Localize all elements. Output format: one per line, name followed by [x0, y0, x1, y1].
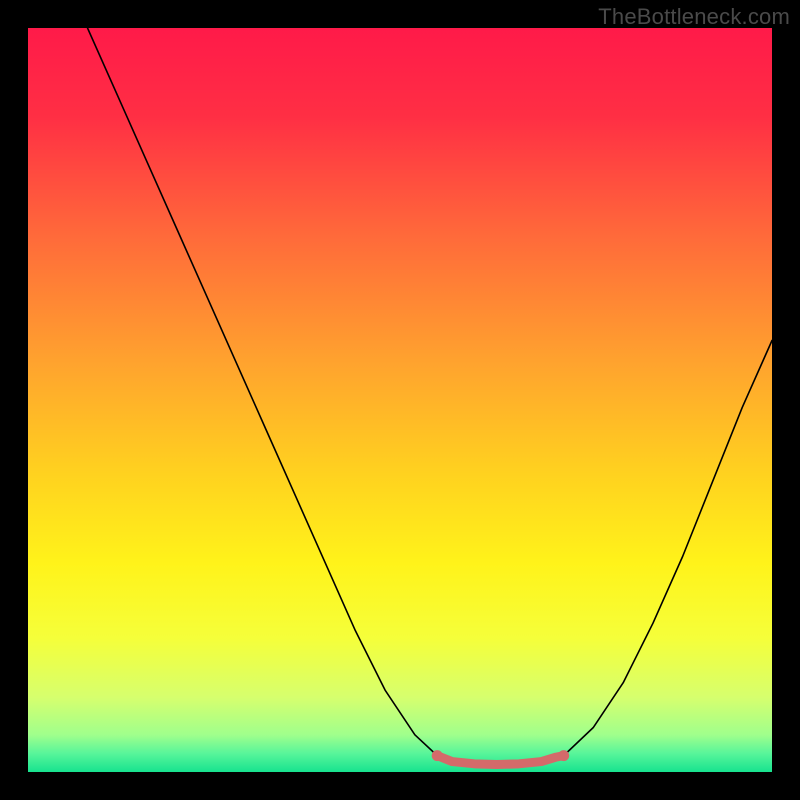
- chart-frame: TheBottleneck.com: [0, 0, 800, 800]
- chart-svg: [28, 28, 772, 772]
- highlight-end-dot: [558, 750, 569, 761]
- watermark-label: TheBottleneck.com: [598, 4, 790, 30]
- gradient-background: [28, 28, 772, 772]
- highlight-end-dot: [432, 750, 443, 761]
- plot-area: [28, 28, 772, 772]
